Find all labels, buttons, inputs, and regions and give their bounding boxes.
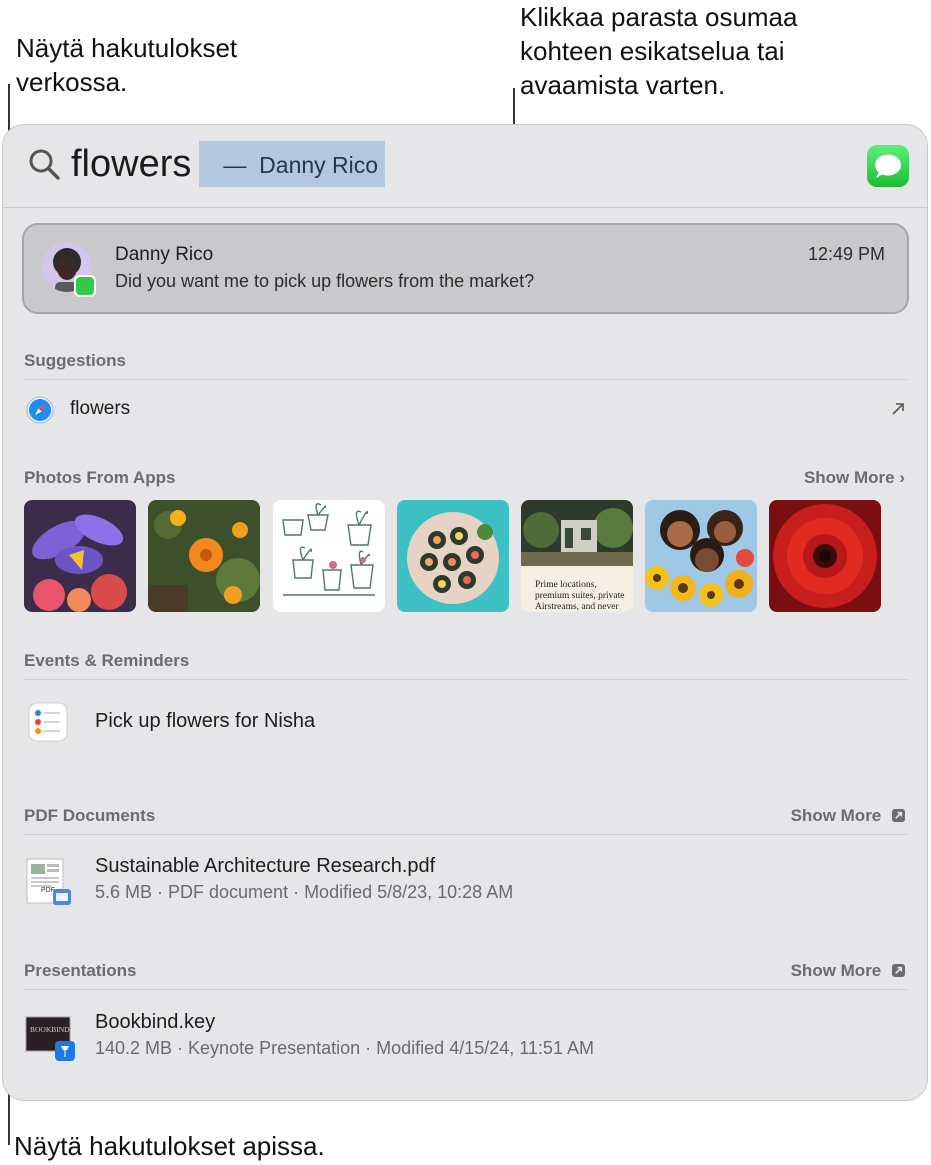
photo-thumb-friends-sunflowers[interactable]: [645, 500, 757, 612]
top-hit-result[interactable]: Danny Rico 12:49 PM Did you want me to p…: [22, 223, 909, 314]
spotlight-panel: — Danny Rico flowers Danny Rico 12:49 PM…: [2, 124, 928, 1101]
autocomplete-text: — Danny Rico: [217, 152, 379, 178]
callout-web-results: Näytä hakutulokset verkossa.: [16, 33, 238, 97]
keynote-icon-label: BOOKBIND: [30, 1025, 70, 1034]
photos-show-more-button[interactable]: Show More ›: [804, 468, 905, 488]
reminders-app-icon: [28, 702, 68, 742]
keynote-result-row[interactable]: BOOKBIND Bookbind.key 140.2 MB · Keynote…: [3, 999, 927, 1071]
divider: [24, 379, 907, 380]
search-icon: [29, 149, 60, 180]
magazine-caption: Prime locations, premium suites, private…: [535, 580, 625, 612]
top-hit-message: Did you want me to pick up flowers from …: [115, 271, 535, 291]
search-bar: — Danny Rico flowers: [3, 125, 927, 208]
section-title-presentations: Presentations: [24, 961, 137, 980]
photo-thumb-magazine[interactable]: Prime locations, premium suites, private…: [521, 500, 633, 612]
photo-thumb-gerbera[interactable]: [769, 500, 881, 612]
autocomplete-highlight: — Danny Rico: [199, 141, 385, 187]
reminder-row[interactable]: Pick up flowers for Nisha: [3, 691, 927, 753]
messages-badge-icon: [74, 275, 96, 297]
pdf-document-icon: PDF: [25, 857, 73, 907]
suggestion-label: flowers: [70, 398, 131, 419]
suggestion-row-web[interactable]: flowers: [3, 387, 927, 431]
top-hit-name: Danny Rico: [115, 244, 214, 265]
pdf-title: Sustainable Architecture Research.pdf: [95, 855, 436, 877]
section-title-events: Events & Reminders: [24, 651, 190, 670]
safari-compass-icon: [26, 396, 54, 424]
divider: [24, 834, 907, 835]
callout-in-app: Näytä hakutulokset apissa.: [14, 1131, 325, 1161]
divider: [24, 679, 907, 680]
pdf-show-more-label: Show More: [790, 806, 882, 825]
photo-thumb-plant-sketch[interactable]: [273, 500, 385, 612]
chat-bubble-icon: [875, 154, 901, 178]
photo-thumb-iris[interactable]: [24, 500, 136, 612]
search-input[interactable]: flowers: [71, 141, 191, 187]
photo-thumb-calendula[interactable]: [148, 500, 260, 612]
open-box-icon: [892, 964, 905, 977]
photo-thumb-sushi[interactable]: [397, 500, 509, 612]
divider: [24, 989, 907, 990]
pdf-details: 5.6 MB · PDF document · Modified 5/8/23,…: [95, 882, 514, 902]
keynote-file-icon: BOOKBIND: [25, 1015, 77, 1063]
section-title-suggestions: Suggestions: [24, 351, 127, 370]
pdf-icon-label: PDF: [41, 887, 55, 894]
arrow-up-right-icon: [892, 403, 904, 415]
presentations-show-more-label: Show More: [790, 961, 882, 980]
open-box-icon: [892, 809, 905, 822]
section-title-pdf: PDF Documents: [24, 806, 156, 825]
keynote-details: 140.2 MB · Keynote Presentation · Modifi…: [95, 1038, 594, 1058]
callout-top-hit: Klikkaa parasta osumaa kohteen esikatsel…: [520, 2, 798, 100]
top-hit-time: 12:49 PM: [807, 244, 885, 264]
keynote-title: Bookbind.key: [95, 1011, 216, 1033]
messages-app-icon[interactable]: [867, 145, 909, 187]
pdf-show-more-button[interactable]: Show More: [791, 806, 905, 826]
section-title-photos: Photos From Apps: [24, 468, 176, 487]
pdf-result-row[interactable]: PDF Sustainable Architecture Research.pd…: [3, 843, 927, 915]
presentations-show-more-button[interactable]: Show More: [791, 961, 905, 981]
reminder-title: Pick up flowers for Nisha: [95, 710, 316, 732]
